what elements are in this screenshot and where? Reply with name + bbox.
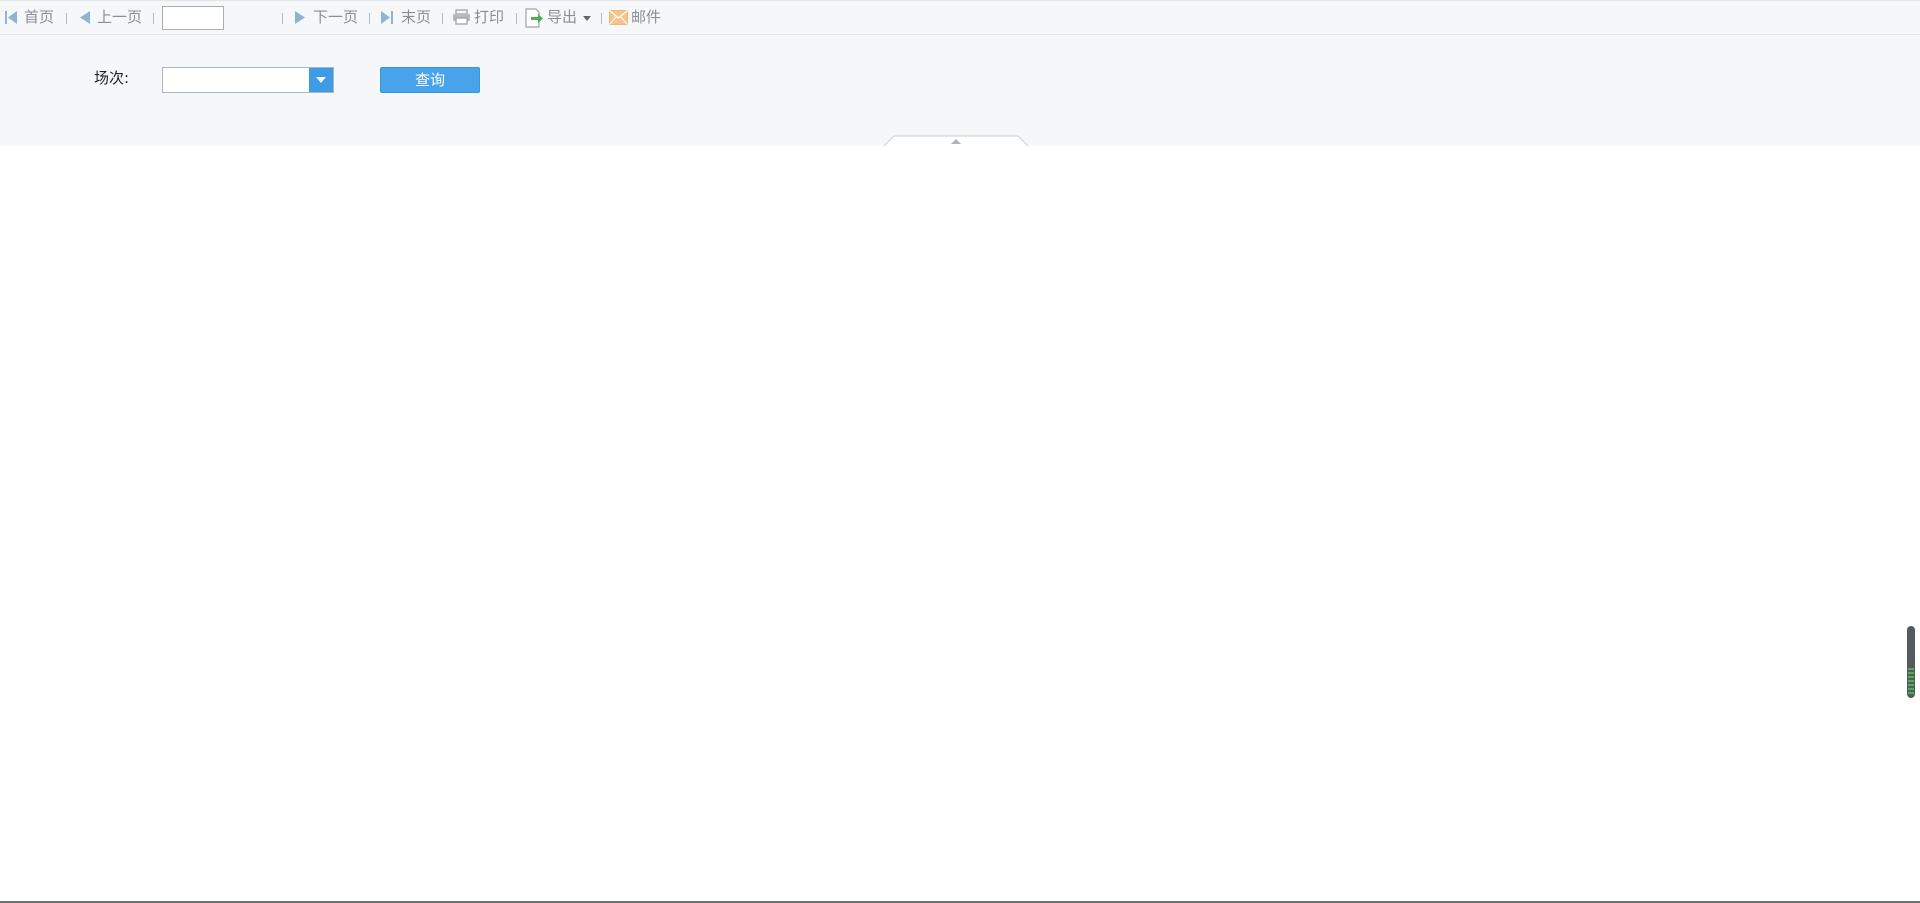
mail-icon [609,10,628,25]
toolbar-separator [369,13,370,24]
last-page-icon [381,11,393,24]
session-combobox[interactable] [162,67,334,93]
toolbar-separator [442,13,443,24]
scroll-indicator[interactable] [1906,626,1916,698]
session-dropdown-trigger[interactable] [309,68,333,92]
toolbar-separator [516,13,517,24]
report-toolbar: 首页 上一页 下一页 末页 打印 导出 邮件 [0,0,1920,35]
first-page-label: 首页 [24,8,55,26]
chevron-down-icon [316,77,326,83]
toolbar-separator [601,13,602,24]
print-button[interactable]: 打印 [452,1,507,34]
toolbar-separator [66,13,67,24]
export-menu-button[interactable]: 导出 [524,1,592,34]
first-page-icon [5,11,17,24]
export-label: 导出 [547,8,578,26]
prev-page-icon [80,11,90,24]
toolbar-separator [153,13,154,24]
session-label: 场次: [94,69,130,87]
parameter-panel: 场次: 查询 [0,35,1920,146]
collapse-panel-handle[interactable] [884,135,1028,146]
printer-icon [453,9,470,25]
prev-page-button[interactable]: 上一页 [79,1,145,34]
next-page-label: 下一页 [313,8,359,26]
next-page-icon [295,11,305,24]
next-page-button[interactable]: 下一页 [294,1,360,34]
last-page-label: 末页 [401,8,432,26]
export-icon [525,8,543,28]
page-number-input[interactable] [162,6,224,30]
chevron-down-icon [583,16,591,21]
mail-label: 邮件 [631,8,662,26]
prev-page-label: 上一页 [97,8,143,26]
last-page-button[interactable]: 末页 [380,1,432,34]
query-button[interactable]: 查询 [380,67,480,93]
mail-button[interactable]: 邮件 [609,1,665,34]
session-input[interactable] [163,68,309,92]
toolbar-separator [282,13,283,24]
print-label: 打印 [474,8,505,26]
first-page-button[interactable]: 首页 [4,1,56,34]
